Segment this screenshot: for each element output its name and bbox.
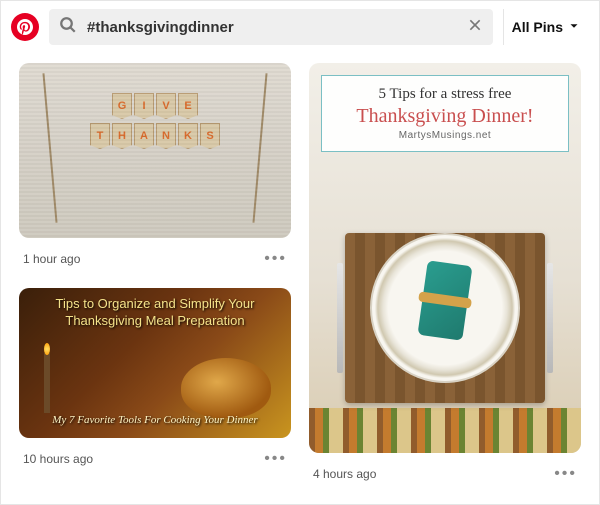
pin-overlay-source: MartysMusings.net [330,130,560,141]
clear-search-icon[interactable] [467,17,483,38]
pin-overlay-line-2: Thanksgiving Dinner! [330,105,560,128]
pin-image[interactable]: GIVE THANKS [19,63,291,238]
pin-image[interactable]: Tips to Organize and Simplify Your Thank… [19,288,291,438]
pin-timestamp: 1 hour ago [23,252,80,266]
pin-meta: 4 hours ago ••• [309,461,581,495]
header-bar: All Pins [1,1,599,53]
search-icon [59,16,77,39]
pin-timestamp: 4 hours ago [313,467,376,481]
pin-overlay-text: Tips to Organize and Simplify Your Thank… [27,296,283,330]
more-options-icon[interactable]: ••• [264,250,287,268]
pin-overlay-subtext: My 7 Favorite Tools For Cooking Your Din… [52,414,257,430]
more-options-icon[interactable]: ••• [554,465,577,483]
search-bar[interactable] [49,9,493,45]
feed-column-left: GIVE THANKS 1 hour ago ••• Tips to Organ… [19,63,291,495]
pin-image[interactable]: 5 Tips for a stress free Thanksgiving Di… [309,63,581,453]
search-input[interactable] [87,19,457,36]
pinterest-logo[interactable] [11,13,39,41]
filter-label: All Pins [512,19,563,35]
pin-meta: 1 hour ago ••• [19,246,291,280]
chevron-down-icon [567,19,581,36]
pin-meta: 10 hours ago ••• [19,446,291,480]
pin-overlay-line-1: 5 Tips for a stress free [330,86,560,103]
pins-feed: GIVE THANKS 1 hour ago ••• Tips to Organ… [1,53,599,505]
feed-column-right: 5 Tips for a stress free Thanksgiving Di… [309,63,581,495]
pin-overlay-card: 5 Tips for a stress free Thanksgiving Di… [321,75,569,152]
more-options-icon[interactable]: ••• [264,450,287,468]
pins-filter-dropdown[interactable]: All Pins [503,9,589,45]
pin-timestamp: 10 hours ago [23,452,93,466]
